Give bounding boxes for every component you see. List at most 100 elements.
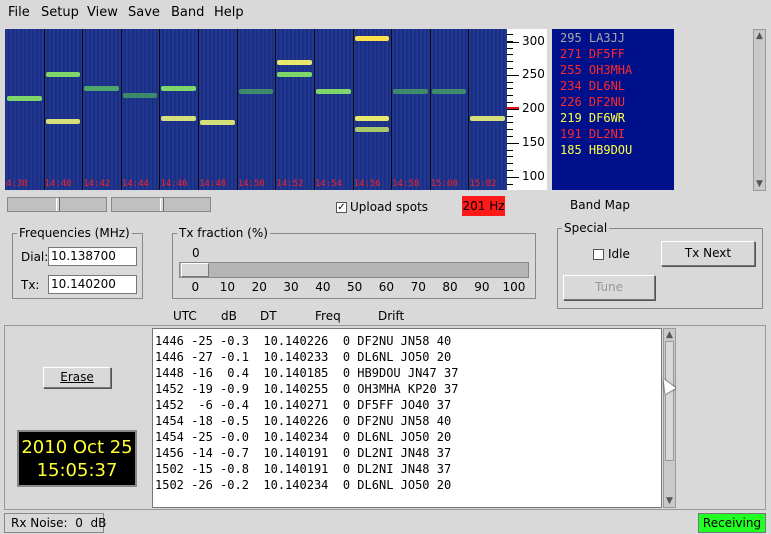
decode-line[interactable]: 1448 -16 0.4 10.140185 0 HB9DOU JN47 37 bbox=[155, 365, 661, 381]
menu-band[interactable]: Band bbox=[171, 5, 204, 20]
waterfall-column: 15:02 bbox=[468, 29, 507, 190]
band-map-entry[interactable]: 295 LA3JJ bbox=[560, 30, 674, 46]
signal-trace bbox=[277, 72, 312, 77]
waterfall-time-label: 14:58 bbox=[392, 179, 420, 189]
tx-fraction-scale-label: 10 bbox=[219, 280, 236, 294]
header-drift: Drift bbox=[378, 309, 405, 323]
band-map-entry[interactable]: 234 DL6NL bbox=[560, 78, 674, 94]
tx-label: Tx: bbox=[21, 278, 40, 292]
scale-minor-tick bbox=[507, 142, 513, 144]
scale-minor-tick bbox=[507, 115, 513, 117]
menu-help[interactable]: Help bbox=[214, 5, 244, 20]
tx-frequency-input[interactable]: 10.140200 bbox=[48, 275, 137, 294]
waterfall-column: 14:46 bbox=[159, 29, 199, 190]
scroll-down-icon[interactable]: ▼ bbox=[754, 178, 765, 190]
waterfall-column: 14:50 bbox=[236, 29, 276, 190]
waterfall-time-label: 4:38 bbox=[6, 179, 28, 189]
scroll-down-icon[interactable]: ▼ bbox=[664, 495, 675, 507]
scale-minor-tick bbox=[507, 163, 513, 165]
band-map-entry[interactable]: 185 HB9DOU bbox=[560, 142, 674, 158]
scale-minor-tick bbox=[507, 183, 513, 185]
dial-frequency-input[interactable]: 10.138700 bbox=[48, 247, 137, 266]
signal-trace bbox=[45, 119, 81, 124]
clock-date: 2010 Oct 25 bbox=[21, 437, 133, 458]
waterfall-separator bbox=[159, 29, 161, 190]
scroll-up-icon[interactable]: ▲ bbox=[754, 30, 765, 42]
signal-trace bbox=[354, 36, 390, 41]
signal-trace bbox=[7, 96, 42, 101]
waterfall-column: 14:56 bbox=[352, 29, 392, 190]
band-map-scrollbar[interactable]: ▲ ▼ bbox=[753, 29, 766, 191]
scale-minor-tick bbox=[507, 61, 513, 63]
tx-fraction-legend: Tx fraction (%) bbox=[179, 226, 268, 240]
menu-setup[interactable]: Setup bbox=[41, 5, 79, 20]
header-db: dB bbox=[221, 309, 237, 323]
signal-trace bbox=[200, 120, 235, 125]
waterfall-column: 4:38 bbox=[5, 29, 44, 190]
tx-fraction-scale-label: 20 bbox=[251, 280, 267, 294]
scale-minor-tick bbox=[507, 136, 513, 137]
frequency-scale: 300 250 200 150 100 bbox=[507, 29, 547, 190]
decode-line[interactable]: 1502 -15 -0.8 10.140191 0 DL2NI JN48 37 bbox=[155, 461, 661, 477]
tx-fraction-slider[interactable] bbox=[179, 262, 529, 278]
scale-minor-tick bbox=[507, 47, 513, 49]
idle-checkbox[interactable] bbox=[593, 249, 604, 260]
scale-minor-tick bbox=[507, 108, 513, 110]
signal-trace bbox=[84, 86, 119, 91]
scroll-up-icon[interactable]: ▲ bbox=[664, 329, 675, 341]
decode-line[interactable]: 1446 -27 -0.1 10.140233 0 DL6NL JO50 20 bbox=[155, 349, 661, 365]
tx-fraction-scale-label: 30 bbox=[283, 280, 299, 294]
signal-trace bbox=[277, 60, 312, 65]
scale-minor-tick bbox=[507, 68, 513, 69]
scrollbar-thumb[interactable] bbox=[665, 341, 674, 461]
waterfall-time-label: 14:54 bbox=[314, 179, 343, 189]
decoded-messages-list[interactable]: 1446 -25 -0.3 10.140226 0 DF2NU JN58 40 1… bbox=[152, 328, 662, 508]
decode-line[interactable]: 1454 -25 -0.0 10.140234 0 DL6NL JO50 20 bbox=[155, 429, 661, 445]
band-map-entry[interactable]: 219 DF6WR bbox=[560, 110, 674, 126]
scale-minor-tick bbox=[507, 54, 513, 56]
tune-button[interactable]: Tune bbox=[563, 275, 655, 300]
scale-tick-label: 300 bbox=[522, 34, 545, 48]
waterfall-display[interactable]: 4:38 14:40 14:42 14:44 14:46 14:48 14:50 14:52 1… bbox=[5, 29, 507, 190]
band-map-entry[interactable]: 271 DF5FF bbox=[560, 46, 674, 62]
menu-view[interactable]: View bbox=[87, 5, 118, 20]
waterfall-separator bbox=[236, 29, 238, 190]
utc-clock: 2010 Oct 25 15:05:37 bbox=[17, 430, 137, 487]
upload-spots-checkbox[interactable]: ✓ bbox=[336, 202, 347, 213]
menu-save[interactable]: Save bbox=[128, 5, 160, 20]
band-map-entry[interactable]: 255 OH3MHA bbox=[560, 62, 674, 78]
decode-line[interactable]: 1502 -26 -0.2 10.140234 0 DL6NL JO50 20 bbox=[155, 477, 661, 493]
tx-fraction-scale-label: 50 bbox=[347, 280, 363, 294]
decode-line[interactable]: 1456 -14 -0.7 10.140191 0 DL2NI JN48 37 bbox=[155, 445, 661, 461]
waterfall-column: 14:54 bbox=[313, 29, 353, 190]
receiving-status: Receiving bbox=[698, 513, 766, 533]
contrast-slider[interactable] bbox=[111, 197, 211, 212]
band-map-entry[interactable]: 191 DL2NI bbox=[560, 126, 674, 142]
signal-trace bbox=[354, 127, 390, 132]
tx-fraction-scale-label: 90 bbox=[474, 280, 490, 294]
tx-fraction-scale-label: 40 bbox=[315, 280, 331, 294]
waterfall-separator bbox=[391, 29, 393, 190]
tx-fraction-scale-label: 60 bbox=[378, 280, 395, 294]
slider-knob[interactable] bbox=[160, 198, 164, 211]
band-map-entry[interactable]: 226 DF2NU bbox=[560, 94, 674, 110]
waterfall-time-label: 14:52 bbox=[276, 179, 304, 189]
scale-tick-label: 100 bbox=[522, 169, 545, 183]
signal-trace bbox=[315, 89, 351, 94]
rx-noise-status: Rx Noise: 0 dB bbox=[4, 513, 106, 533]
decode-line[interactable]: 1446 -25 -0.3 10.140226 0 DF2NU JN58 40 bbox=[155, 333, 661, 349]
decode-line[interactable]: 1452 -6 -0.4 10.140271 0 DF5FF JO40 37 bbox=[155, 397, 661, 413]
erase-button[interactable]: Erase bbox=[43, 367, 111, 388]
brightness-slider[interactable] bbox=[7, 197, 107, 212]
waterfall-column: 14:48 bbox=[198, 29, 237, 190]
decode-scrollbar[interactable]: ▲ ▼ bbox=[663, 328, 676, 508]
tx-next-button[interactable]: Tx Next bbox=[661, 241, 755, 266]
scale-minor-tick bbox=[507, 95, 513, 97]
waterfall-time-label: 14:48 bbox=[199, 179, 227, 189]
decode-line[interactable]: 1454 -18 -0.5 10.140226 0 DF2NU JN58 40 bbox=[155, 413, 661, 429]
menu-file[interactable]: File bbox=[8, 5, 30, 20]
decode-line[interactable]: 1452 -19 -0.9 10.140255 0 OH3MHA KP20 37 bbox=[155, 381, 661, 397]
special-legend: Special bbox=[564, 221, 608, 235]
tx-fraction-knob[interactable] bbox=[181, 263, 209, 277]
slider-knob[interactable] bbox=[56, 198, 60, 211]
